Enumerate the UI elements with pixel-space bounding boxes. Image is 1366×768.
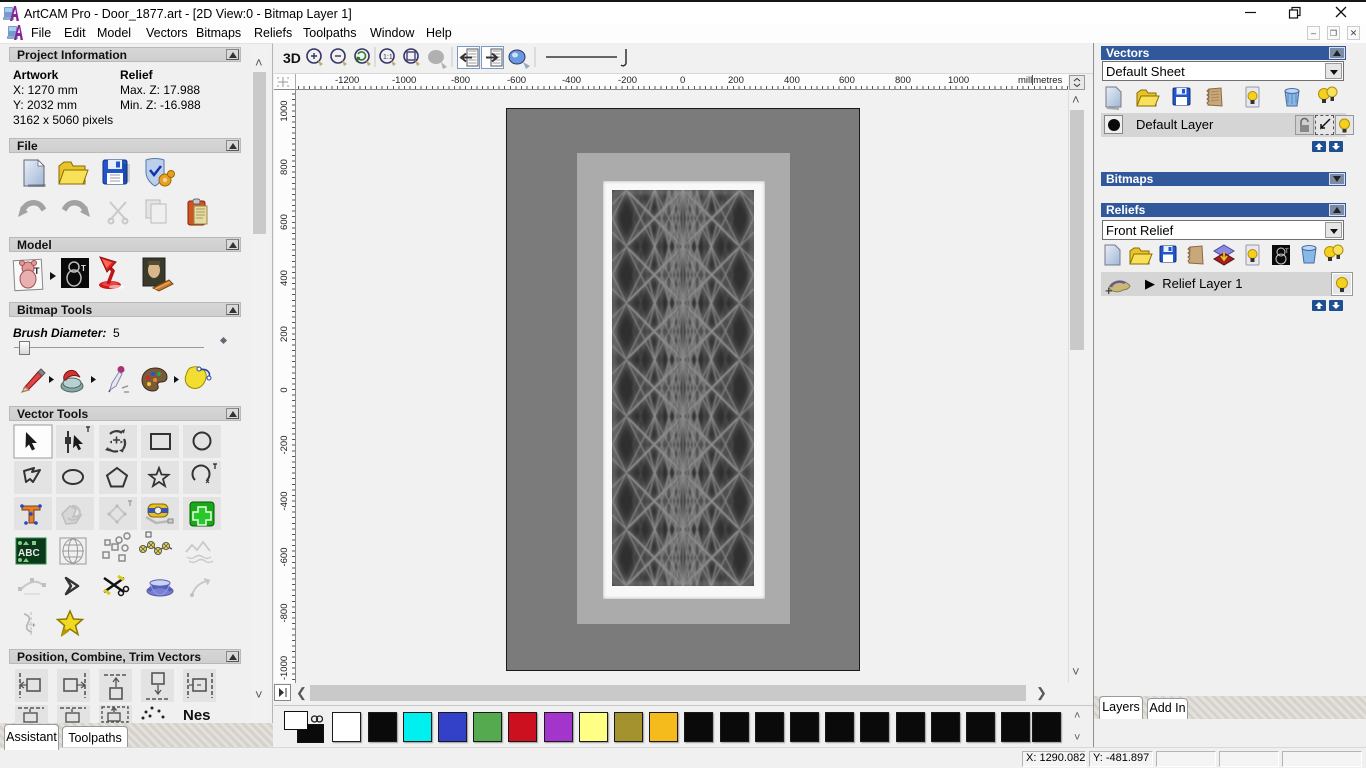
svg-text:T: T [81,264,86,273]
svg-text:+: + [1105,283,1113,296]
svg-text:T: T [34,266,40,276]
svg-text:ABC: ABC [18,548,40,559]
svg-text:Nes: Nes [183,707,211,724]
svg-text:1:1: 1:1 [383,54,393,61]
svg-text:3D: 3D [283,50,301,66]
svg-text:T: T [1285,249,1289,255]
